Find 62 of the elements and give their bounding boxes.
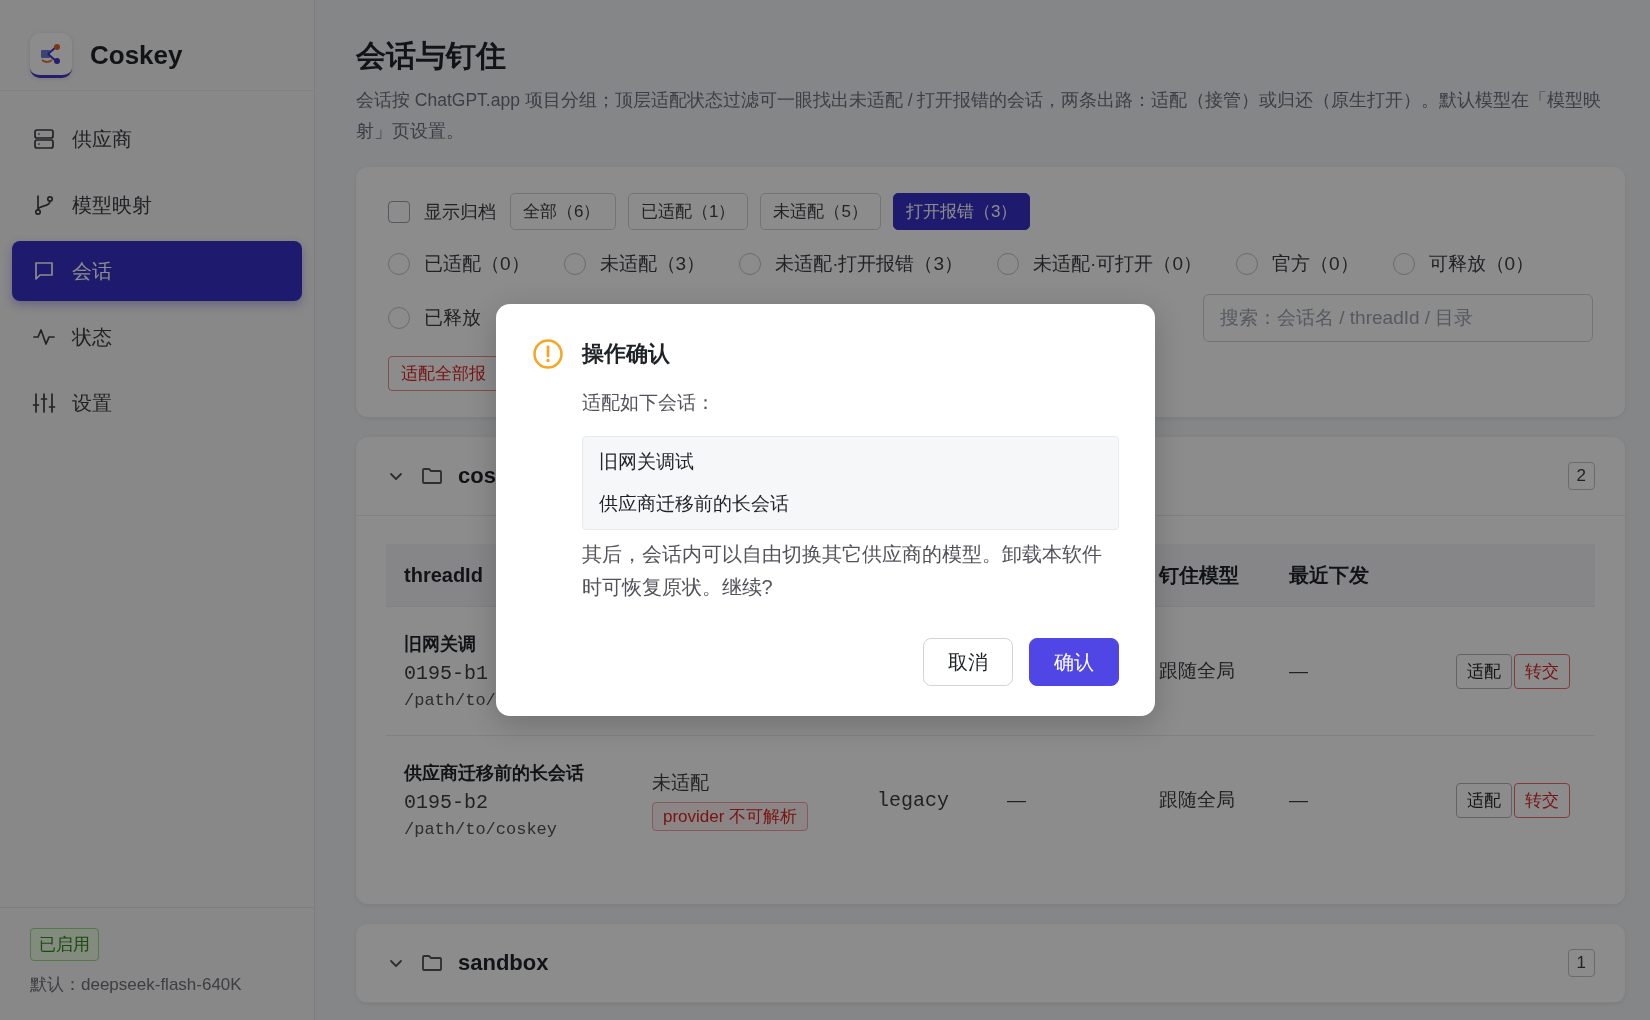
pinned-model-cell-text: 跟随全局 — [1159, 788, 1236, 812]
app-name: Coskey — [90, 39, 183, 71]
session-path: /path/to/ — [404, 691, 497, 710]
table-cell-text: — — [1007, 789, 1027, 811]
cancel-button[interactable]: 取消 — [922, 638, 1013, 686]
adapt-all-button[interactable]: 适配全部报 — [388, 356, 499, 391]
sliders-icon — [32, 391, 56, 415]
radio-option[interactable]: 已释放 — [388, 298, 481, 338]
radio-option[interactable]: 未适配·可打开（0） — [997, 244, 1202, 284]
chat-icon — [32, 259, 56, 283]
radio-option[interactable]: 已适配（0） — [388, 244, 530, 284]
group-name: cos — [458, 463, 496, 489]
radio-option[interactable]: 未适配（3） — [563, 244, 706, 284]
default-model-text: 默认：deepseek-flash-640K — [30, 974, 242, 996]
checkbox-label: 显示归档 — [424, 200, 496, 224]
count-badge: 1 — [1567, 949, 1595, 977]
radio-option[interactable]: 未适配·打开报错（3） — [739, 244, 964, 284]
session-path: /path/to/coskey — [404, 820, 559, 839]
sidebar-item[interactable]: 模型映射 — [12, 175, 302, 235]
status-badge: 已启用 — [30, 928, 99, 961]
count-badge: 2 — [1567, 462, 1595, 490]
app-logo-icon — [30, 32, 72, 78]
page-description: 会话按 ChatGPT.app 项目分组；顶层适配状态过滤可一眼找出未适配 / 打开报错的会话，两条出路：适配（接管）或归还（原生打开）。默认模型在「模型映射」页设置。 — [356, 89, 1603, 143]
recent-cell-text: — — [1289, 789, 1309, 811]
dialog-title: 操作确认 — [581, 340, 671, 368]
transfer-button[interactable]: 转交 — [1514, 653, 1570, 689]
thread-id: 0195-b1 — [404, 662, 489, 685]
checkbox[interactable] — [388, 200, 410, 223]
confirm-button[interactable]: 确认 — [1028, 638, 1119, 686]
filter-tab[interactable]: 未适配（5） — [760, 193, 881, 230]
session-name: 供应商迁移前的长会话 — [404, 762, 585, 785]
session-name: 旧网关调 — [404, 633, 477, 656]
adapt-button[interactable]: 适配 — [1456, 782, 1512, 818]
group-name: sandbox — [458, 950, 549, 976]
filter-tab[interactable]: 全部（6） — [510, 193, 616, 230]
dialog-message: 其后，会话内可以自由切换其它供应商的模型。卸载本软件时可恢复原状。继续? — [581, 542, 1103, 600]
page-title: 会话与钉住 — [356, 38, 507, 74]
sidebar-item[interactable]: 状态 — [12, 307, 302, 367]
server-icon — [32, 127, 56, 151]
warning-icon — [531, 338, 564, 370]
filter-tab[interactable]: 打开报错（3） — [892, 193, 1031, 230]
filter-tab[interactable]: 已适配（1） — [628, 193, 749, 230]
column-header: 最近下发 — [1289, 562, 1369, 588]
table-cell-text: legacy — [877, 788, 950, 812]
session-list-item: 供应商迁移前的长会话 — [598, 492, 790, 516]
recent-cell-text: — — [1289, 660, 1309, 682]
status-text: 未适配 — [652, 770, 710, 795]
error-badge: provider 不可解析 — [652, 801, 809, 831]
column-header: 钉住模型 — [1159, 562, 1239, 588]
radio-option[interactable]: 官方（0） — [1235, 244, 1359, 284]
transfer-button[interactable]: 转交 — [1514, 782, 1570, 818]
radio-option[interactable]: 可释放（0） — [1392, 244, 1535, 284]
sidebar-item[interactable]: 设置 — [12, 373, 302, 433]
branch-icon — [32, 193, 56, 217]
dialog-intro: 适配如下会话： — [581, 391, 716, 415]
pinned-model-cell-text: 跟随全局 — [1159, 659, 1236, 683]
column-header: threadId — [404, 563, 483, 587]
sidebar-item[interactable]: 供应商 — [12, 109, 302, 169]
sidebar-item[interactable]: 会话 — [12, 241, 302, 301]
session-list-item: 旧网关调试 — [598, 450, 695, 474]
thread-id: 0195-b2 — [404, 791, 489, 814]
adapt-button[interactable]: 适配 — [1456, 653, 1512, 689]
